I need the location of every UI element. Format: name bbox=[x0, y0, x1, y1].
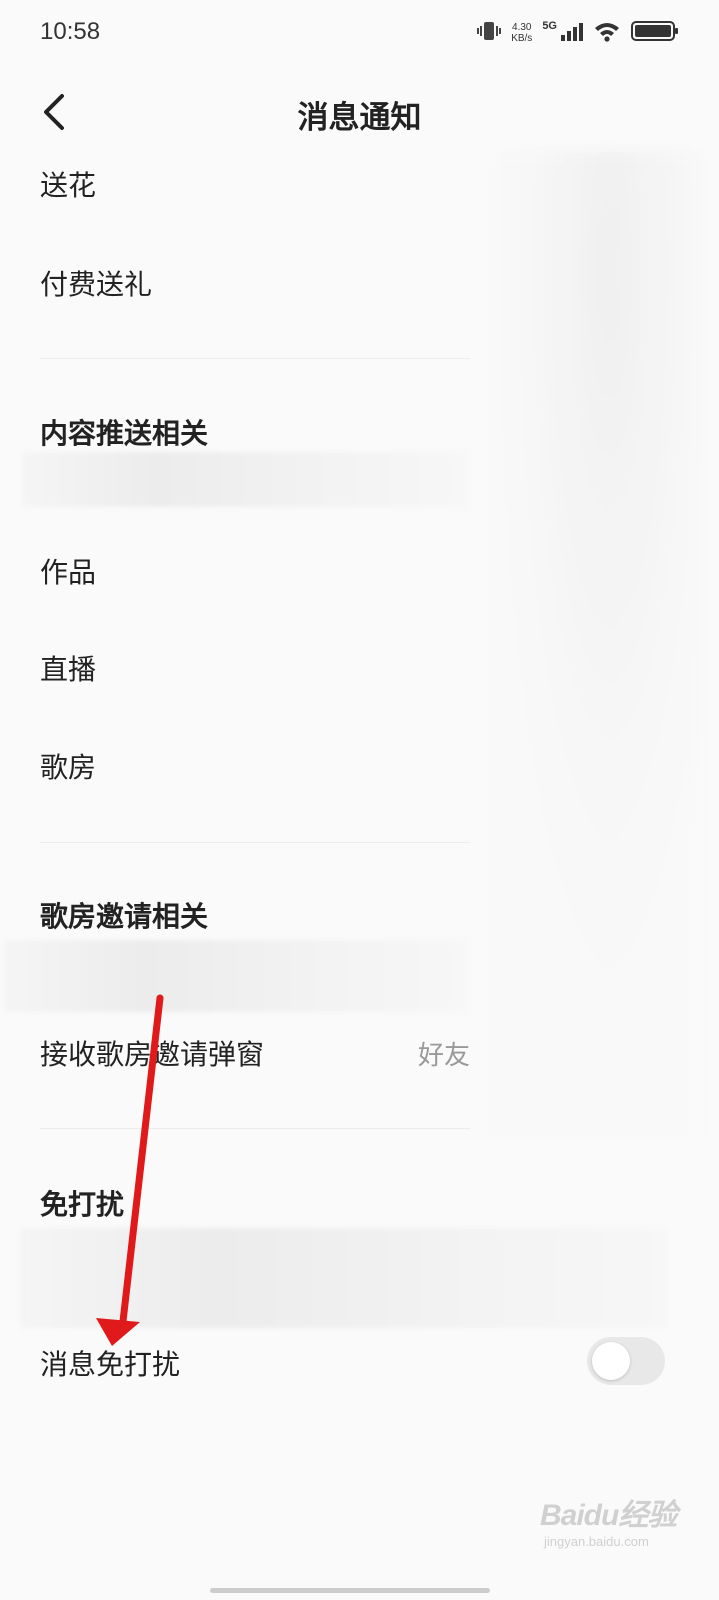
home-indicator[interactable] bbox=[210, 1588, 490, 1593]
net-speed-value: 4.30 bbox=[512, 22, 532, 33]
divider bbox=[40, 1128, 470, 1129]
list-item-live[interactable]: 直播 bbox=[40, 648, 96, 688]
wifi-icon bbox=[593, 20, 621, 46]
room-invite-value: 好友 bbox=[418, 1041, 471, 1071]
blurred-band bbox=[22, 452, 467, 507]
battery-icon bbox=[631, 20, 679, 46]
dnd-label: 消息免打扰 bbox=[40, 1348, 181, 1381]
watermark-url: jingyan.baidu.com bbox=[544, 1534, 649, 1549]
watermark-logo: Baidu经验 bbox=[540, 1499, 677, 1532]
net-speed: 4.30 KB/s bbox=[511, 22, 532, 44]
list-item-room-invite-popup[interactable]: 接收歌房邀请弹窗 bbox=[40, 1033, 264, 1073]
dnd-toggle[interactable] bbox=[587, 1337, 665, 1385]
watermark: Baidu经验 jingyan.baidu.com bbox=[540, 1490, 690, 1570]
list-item-paid-gift[interactable]: 付费送礼 bbox=[40, 263, 152, 303]
nav-bar: 消息通知 bbox=[0, 80, 719, 144]
section-title-dnd: 免打扰 bbox=[40, 1188, 125, 1221]
blurred-panel bbox=[468, 150, 704, 1150]
divider bbox=[40, 842, 470, 843]
signal-icon bbox=[561, 21, 583, 45]
status-icons: 4.30 KB/s 5G bbox=[477, 20, 679, 46]
list-item-send-flower[interactable]: 送花 bbox=[40, 164, 96, 204]
list-item-works[interactable]: 作品 bbox=[40, 551, 96, 591]
page-title: 消息通知 bbox=[297, 100, 422, 136]
status-time: 10:58 bbox=[40, 18, 101, 45]
section-title-content-push: 内容推送相关 bbox=[40, 417, 209, 450]
toggle-knob bbox=[592, 1342, 630, 1380]
status-bar: 10:58 4.30 KB/s 5G bbox=[0, 0, 719, 64]
section-title-room-invite: 歌房邀请相关 bbox=[40, 900, 209, 933]
vibrate-icon bbox=[477, 20, 502, 46]
list-item-dnd[interactable]: 消息免打扰 bbox=[40, 1343, 180, 1383]
network-type: 5G bbox=[542, 20, 557, 32]
list-item-song-room[interactable]: 歌房 bbox=[40, 746, 96, 786]
blurred-band bbox=[4, 940, 467, 1012]
divider bbox=[40, 358, 470, 359]
net-speed-unit: KB/s bbox=[511, 33, 533, 44]
blurred-band bbox=[20, 1228, 667, 1328]
room-invite-label: 接收歌房邀请弹窗 bbox=[40, 1038, 265, 1071]
